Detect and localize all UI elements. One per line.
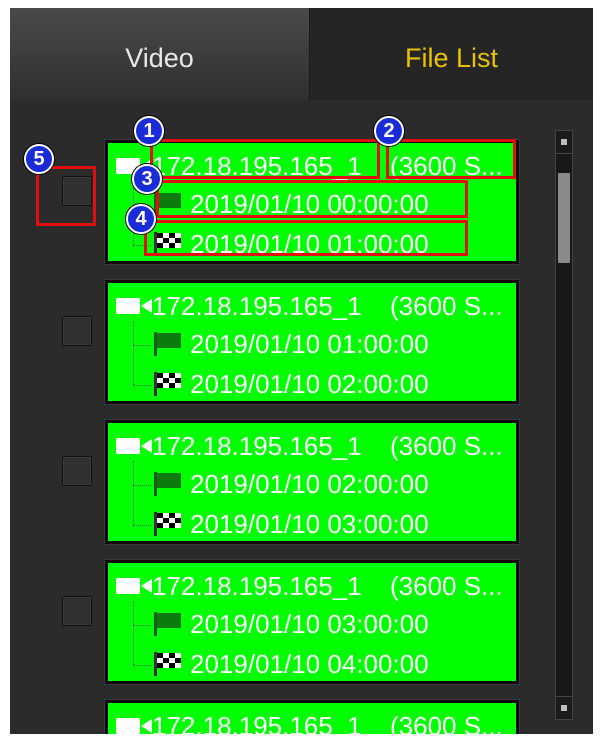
recording-checkbox[interactable] (62, 316, 92, 346)
tab-bar: Video File List (10, 8, 593, 100)
green-flag-icon (154, 472, 181, 496)
tab-video[interactable]: Video (10, 8, 310, 100)
file-list-panel: Video File List 172.18.195.165_1 (3600 S… (10, 8, 593, 734)
checkered-flag-icon (154, 512, 181, 536)
tree-line (133, 385, 151, 386)
checkered-flag-icon (154, 372, 181, 396)
recording-card[interactable]: 172.18.195.165_1 (3600 S... 2019/01/10 0… (105, 420, 519, 544)
tab-file-list[interactable]: File List (310, 8, 593, 100)
recording-duration: (3600 S... (390, 711, 503, 734)
annotation-box-start (156, 180, 468, 218)
video-camera-icon (116, 578, 152, 594)
checkered-flag-icon (154, 652, 181, 676)
recording-card[interactable]: 172.18.195.165_1 (3600 S... 2019/01/10 0… (105, 280, 519, 404)
annotation-badge-4: 4 (126, 204, 156, 234)
annotation-badge-5: 5 (24, 144, 54, 174)
green-flag-icon (154, 612, 181, 636)
end-time: 2019/01/10 04:00:00 (190, 649, 429, 679)
recording-ip: 172.18.195.165_1 (152, 571, 362, 601)
vertical-scrollbar[interactable] (555, 130, 573, 720)
recording-checkbox[interactable] (62, 596, 92, 626)
scrollbar-thumb[interactable] (558, 173, 570, 263)
tree-line (133, 625, 151, 626)
tree-line (133, 321, 134, 385)
annotation-box-checkbox (36, 166, 96, 226)
recording-card[interactable]: 172.18.195.165_1 (3600 S... 2019/01/10 0… (105, 560, 519, 684)
video-camera-icon (116, 718, 152, 734)
recording-checkbox[interactable] (62, 456, 92, 486)
green-flag-icon (154, 332, 181, 356)
tree-line (133, 601, 134, 665)
video-camera-icon (116, 298, 152, 314)
scroll-down-button[interactable] (556, 696, 572, 719)
start-time: 2019/01/10 03:00:00 (190, 609, 429, 639)
recording-duration: (3600 S... (390, 431, 503, 461)
annotation-badge-3: 3 (132, 164, 162, 194)
tree-line (133, 665, 151, 666)
end-time: 2019/01/10 03:00:00 (190, 509, 429, 539)
recording-duration: (3600 S... (390, 571, 503, 601)
annotation-box-end (144, 220, 468, 256)
recording-ip: 172.18.195.165_1 (152, 711, 362, 734)
video-camera-icon (116, 438, 152, 454)
annotation-box-duration (386, 139, 516, 179)
start-time: 2019/01/10 01:00:00 (190, 329, 429, 359)
recording-card[interactable]: 172.18.195.165_1 (3600 S... (105, 700, 519, 734)
start-time: 2019/01/10 02:00:00 (190, 469, 429, 499)
end-time: 2019/01/10 02:00:00 (190, 369, 429, 399)
recording-list: 172.18.195.165_1 (3600 S... 2019/01/10 0… (10, 100, 593, 734)
annotation-badge-2: 2 (374, 116, 404, 146)
annotation-badge-1: 1 (134, 116, 164, 146)
recording-ip: 172.18.195.165_1 (152, 291, 362, 321)
tree-line (133, 525, 151, 526)
tree-line (133, 345, 151, 346)
tree-line (133, 461, 134, 525)
recording-ip: 172.18.195.165_1 (152, 431, 362, 461)
annotation-box-ip (150, 139, 380, 179)
scroll-up-button[interactable] (556, 131, 572, 154)
tree-line (133, 485, 151, 486)
recording-duration: (3600 S... (390, 291, 503, 321)
